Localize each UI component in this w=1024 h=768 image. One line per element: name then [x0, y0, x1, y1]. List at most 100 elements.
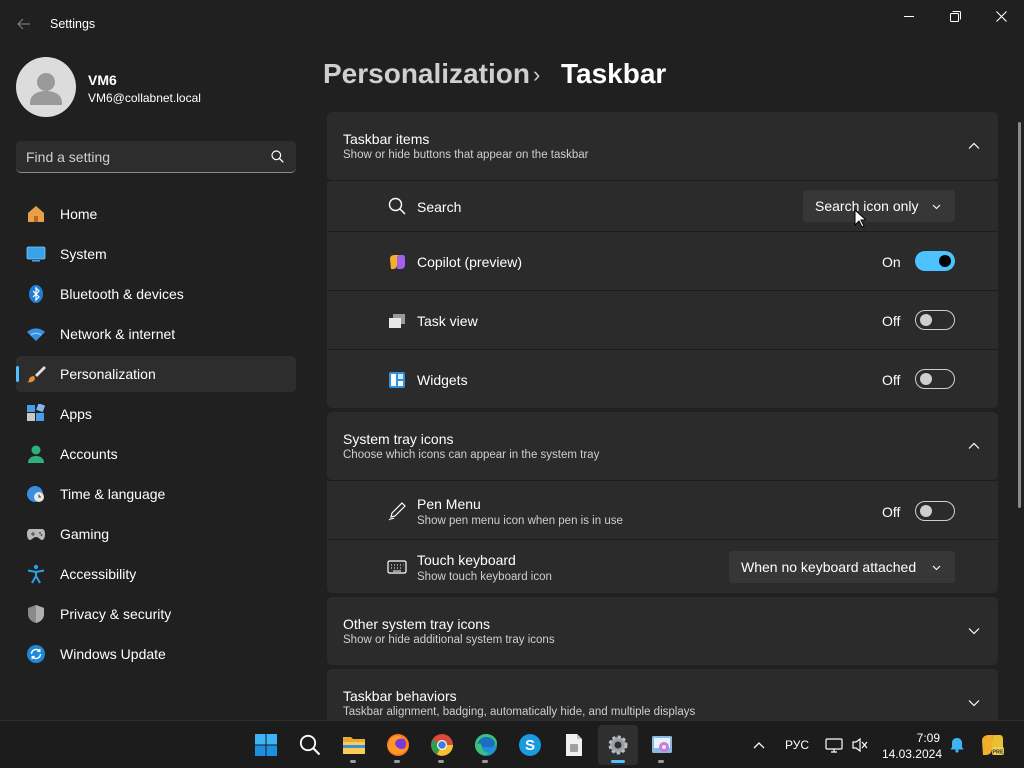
- input-language-indicator[interactable]: РУС: [780, 721, 814, 768]
- widgets-toggle[interactable]: [915, 369, 955, 389]
- chevron-down-icon: [932, 565, 941, 571]
- taskbar-skype[interactable]: S: [510, 725, 550, 765]
- taskbar-control-panel[interactable]: [642, 725, 682, 765]
- taskbar-file-explorer[interactable]: [334, 725, 374, 765]
- system-icon: [26, 244, 46, 264]
- sidebar-item-privacy[interactable]: Privacy & security: [16, 596, 296, 632]
- pen-menu-row: Pen Menu Show pen menu icon when pen is …: [327, 480, 998, 539]
- sidebar-item-personalization[interactable]: Personalization: [16, 356, 296, 392]
- chevron-down-icon[interactable]: [966, 623, 982, 639]
- sidebar-item-network[interactable]: Network & internet: [16, 316, 296, 352]
- chevron-up-icon[interactable]: [966, 138, 982, 154]
- taskbar-search-button[interactable]: [290, 725, 330, 765]
- clock-globe-icon: [26, 484, 46, 504]
- section-title: Taskbar items: [343, 131, 430, 147]
- search-icon: [387, 196, 407, 216]
- sidebar-item-gaming[interactable]: Gaming: [16, 516, 296, 552]
- pen-menu-description: Show pen menu icon when pen is in use: [417, 515, 623, 527]
- clock-date[interactable]: 14.03.2024: [872, 747, 942, 761]
- search-mode-dropdown[interactable]: Search icon only: [803, 190, 955, 222]
- taskbar-settings[interactable]: [598, 725, 638, 765]
- task-view-toggle[interactable]: [915, 310, 955, 330]
- sidebar-item-apps[interactable]: Apps: [16, 396, 296, 432]
- section-subtitle: Show or hide buttons that appear on the …: [343, 149, 589, 161]
- sidebar-item-time-language[interactable]: Time & language: [16, 476, 296, 512]
- taskbar-document[interactable]: [554, 725, 594, 765]
- widgets-state-text: Off: [882, 372, 901, 388]
- touch-keyboard-dropdown[interactable]: When no keyboard attached: [729, 551, 955, 583]
- section-subtitle: Show or hide additional system tray icon…: [343, 634, 555, 646]
- sidebar-item-label: Network & internet: [60, 326, 176, 342]
- home-icon: [26, 204, 46, 224]
- copilot-icon: PRE: [982, 735, 1004, 756]
- pen-menu-label: Pen Menu: [417, 496, 481, 512]
- start-button[interactable]: [246, 725, 286, 765]
- clock-time[interactable]: 7:09: [880, 731, 940, 745]
- control-panel-icon: [652, 736, 672, 753]
- sidebar-item-windows-update[interactable]: Windows Update: [16, 636, 296, 672]
- network-wired-icon: [825, 738, 843, 753]
- touch-keyboard-description: Show touch keyboard icon: [417, 571, 552, 583]
- apps-icon: [26, 404, 46, 424]
- network-tray-button[interactable]: [822, 721, 846, 768]
- file-explorer-icon: [343, 737, 365, 754]
- start-icon: [255, 734, 277, 756]
- widgets-icon: [387, 370, 407, 390]
- mouse-cursor-icon: [854, 209, 866, 228]
- page-title: Taskbar: [561, 58, 667, 89]
- avatar[interactable]: [16, 57, 76, 117]
- taskbar-items-header[interactable]: Taskbar items Show or hide buttons that …: [327, 112, 998, 180]
- search-icon[interactable]: [271, 150, 284, 163]
- minimize-button[interactable]: [886, 0, 932, 32]
- back-arrow-icon[interactable]: [8, 8, 40, 40]
- search-input[interactable]: [26, 147, 266, 167]
- show-hidden-icons-button[interactable]: [748, 721, 770, 768]
- firefox-icon: [387, 734, 409, 756]
- taskbar-firefox[interactable]: [378, 725, 418, 765]
- user-avatar-icon: [30, 73, 62, 105]
- windows-update-icon: [26, 644, 46, 664]
- system-tray-header[interactable]: System tray icons Choose which icons can…: [327, 412, 998, 480]
- copilot-toggle[interactable]: [915, 251, 955, 271]
- sidebar-item-label: Accounts: [60, 446, 118, 462]
- taskbar-behaviors-header[interactable]: Taskbar behaviors Taskbar alignment, bad…: [327, 669, 998, 720]
- copilot-taskbar-button[interactable]: PRE: [976, 721, 1008, 768]
- sidebar-item-system[interactable]: System: [16, 236, 296, 272]
- sidebar-item-accounts[interactable]: Accounts: [16, 436, 296, 472]
- notifications-button[interactable]: [946, 721, 968, 768]
- close-button[interactable]: [978, 0, 1024, 32]
- taskbar-chrome[interactable]: [422, 725, 462, 765]
- settings-icon: [608, 735, 628, 755]
- sidebar-item-accessibility[interactable]: Accessibility: [16, 556, 296, 592]
- chevron-up-icon[interactable]: [966, 438, 982, 454]
- chevron-down-icon[interactable]: [966, 695, 982, 711]
- pen-menu-toggle[interactable]: [915, 501, 955, 521]
- widgets-label: Widgets: [417, 372, 468, 388]
- task-view-label: Task view: [417, 313, 478, 329]
- touch-keyboard-label: Touch keyboard: [417, 552, 516, 568]
- document-icon: [566, 734, 582, 756]
- restore-button[interactable]: [932, 0, 978, 32]
- sidebar-item-home[interactable]: Home: [16, 196, 296, 232]
- taskbar-edge[interactable]: [466, 725, 506, 765]
- breadcrumb-separator: ›: [533, 62, 541, 87]
- chevron-up-icon: [753, 742, 765, 749]
- user-email: VM6@collabnet.local: [88, 91, 201, 105]
- search-row: Search Search icon only: [327, 180, 998, 231]
- app-title: Settings: [50, 17, 96, 31]
- sidebar-item-label: Home: [60, 206, 98, 222]
- settings-search-box[interactable]: [16, 141, 296, 173]
- title-bar: Settings: [0, 0, 1024, 48]
- other-tray-icons-header[interactable]: Other system tray icons Show or hide add…: [327, 597, 998, 665]
- dropdown-value: Search icon only: [815, 198, 919, 214]
- sidebar-item-label: System: [60, 246, 107, 262]
- sidebar-item-label: Windows Update: [60, 646, 166, 662]
- controller-icon: [26, 524, 46, 544]
- breadcrumb-parent[interactable]: Personalization: [323, 58, 530, 90]
- taskbar: S РУС 7:09 14.03.2024 PRE: [0, 720, 1024, 768]
- copilot-row: Copilot (preview) On: [327, 231, 998, 290]
- scrollbar[interactable]: [1018, 122, 1021, 508]
- volume-tray-button[interactable]: [848, 721, 872, 768]
- sidebar-item-bluetooth[interactable]: Bluetooth & devices: [16, 276, 296, 312]
- accessibility-icon: [26, 564, 46, 584]
